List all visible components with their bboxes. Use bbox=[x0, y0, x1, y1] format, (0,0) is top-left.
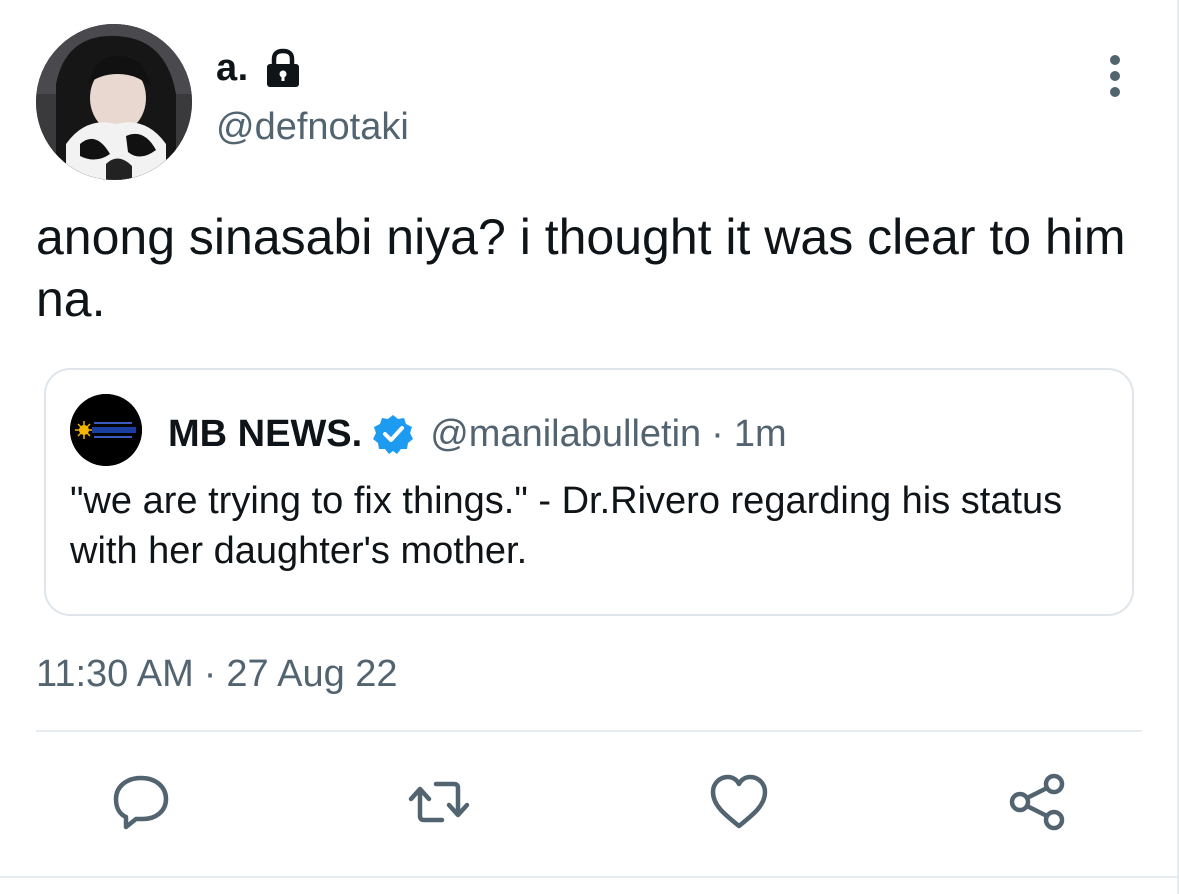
quoted-tweet-time: 1m bbox=[733, 412, 787, 455]
tweet-text: anong sinasabi niya? i thought it was cl… bbox=[36, 209, 1126, 327]
more-options-icon[interactable] bbox=[1100, 54, 1130, 98]
retweet-button[interactable] bbox=[406, 770, 472, 834]
divider bbox=[36, 730, 1142, 732]
profile-photo bbox=[36, 24, 192, 180]
quoted-author-handle[interactable]: @manilabulletin bbox=[430, 413, 701, 456]
retweet-icon bbox=[408, 781, 470, 823]
quoted-separator: · bbox=[711, 412, 724, 455]
author-name-row: a. bbox=[216, 40, 303, 96]
reply-button[interactable] bbox=[108, 770, 174, 834]
share-button[interactable] bbox=[1004, 770, 1070, 834]
author-handle[interactable]: @defnotaki bbox=[216, 106, 409, 149]
quoted-author-avatar[interactable] bbox=[70, 394, 142, 466]
tweet-time: 11:30 AM bbox=[36, 652, 194, 695]
share-icon bbox=[1009, 773, 1065, 831]
bottom-divider bbox=[0, 876, 1179, 878]
verified-badge-icon bbox=[372, 413, 414, 455]
quoted-tweet-card[interactable]: MB NEWS. @manilabulletin · 1m "we are tr… bbox=[44, 368, 1134, 616]
tweet-timestamp[interactable]: 11:30 AM · 27 Aug 22 bbox=[36, 648, 398, 700]
author-display-name[interactable]: a. bbox=[216, 47, 249, 90]
tweet-detail-page: a. @defnotaki anong sinasabi niya? i tho… bbox=[0, 0, 1179, 894]
quoted-author-display-name[interactable]: MB NEWS. bbox=[168, 413, 362, 456]
reply-icon bbox=[113, 775, 169, 830]
like-button[interactable] bbox=[706, 770, 772, 834]
author-avatar[interactable] bbox=[36, 24, 192, 180]
tweet-date: 27 Aug 22 bbox=[226, 652, 398, 695]
lock-icon bbox=[263, 47, 303, 89]
manila-bulletin-logo bbox=[70, 394, 142, 466]
timestamp-separator: · bbox=[203, 652, 217, 695]
quoted-tweet-header: MB NEWS. @manilabulletin · 1m bbox=[168, 406, 787, 462]
quoted-tweet-text: "we are trying to fix things." - Dr.Rive… bbox=[70, 480, 1063, 572]
heart-icon bbox=[710, 774, 768, 829]
